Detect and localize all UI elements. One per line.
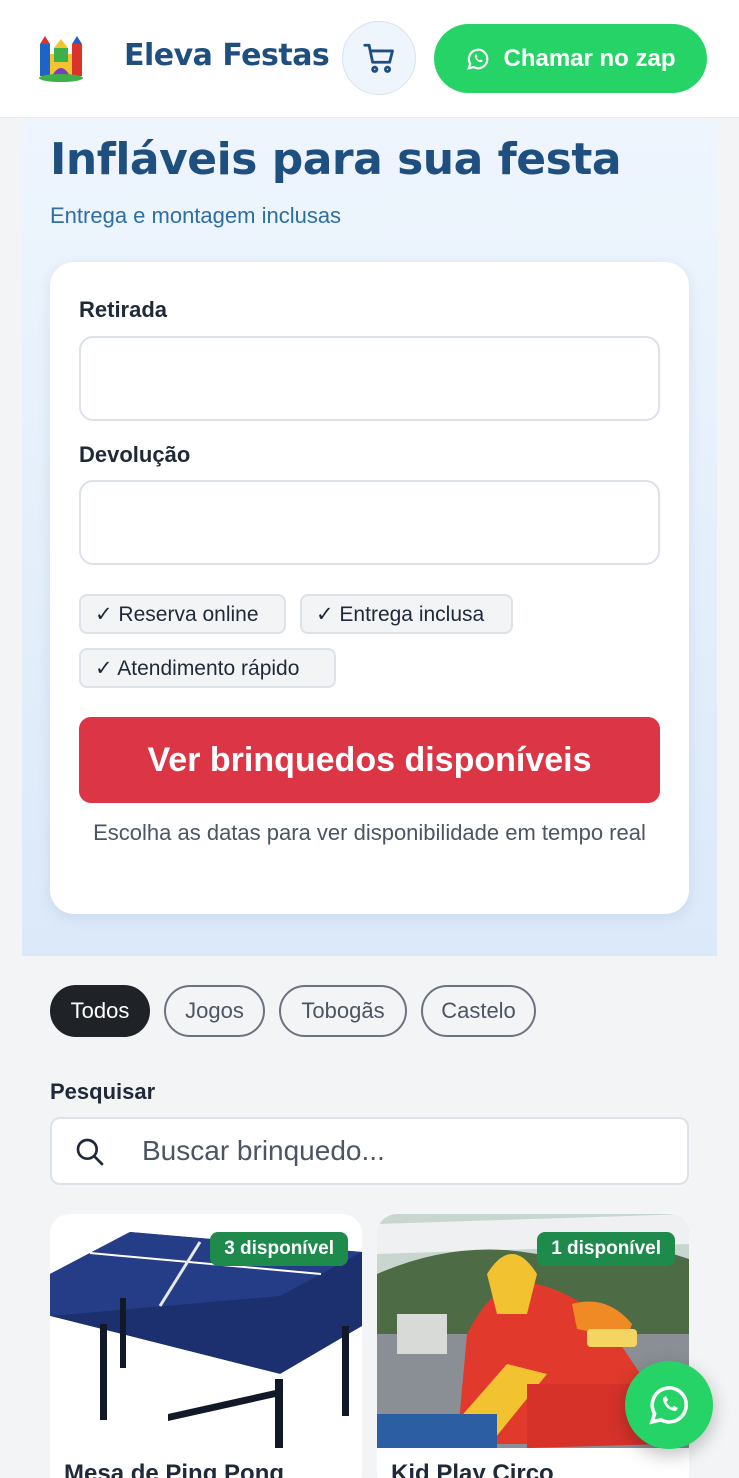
hero-title: Infláveis para sua festa — [50, 134, 622, 185]
product-card[interactable]: 3 disponível Mesa de Ping Pong — [50, 1214, 362, 1478]
availability-badge: 3 disponível — [210, 1232, 348, 1266]
search-label: Pesquisar — [50, 1079, 156, 1104]
hero-subtitle: Entrega e montagem inclusas — [50, 203, 342, 228]
filter-all[interactable]: Todos — [50, 985, 150, 1037]
cart-button[interactable] — [342, 21, 416, 95]
whatsapp-icon — [467, 48, 489, 70]
return-date-label: Devolução — [79, 442, 191, 467]
pickup-date-label: Retirada — [79, 297, 168, 322]
whatsapp-button-label: Chamar no zap — [503, 44, 676, 72]
cart-icon — [363, 43, 394, 73]
availability-badge: 1 disponível — [537, 1232, 675, 1266]
product-name: Kid Play Circo — [391, 1460, 554, 1478]
see-available-toys-button[interactable]: Ver brinquedos disponíveis — [79, 717, 660, 803]
search-box[interactable] — [50, 1117, 689, 1185]
whatsapp-icon — [649, 1386, 688, 1425]
feature-chip-fast-service: ✓ Atendimento rápido — [79, 648, 336, 688]
floating-whatsapp-button[interactable] — [625, 1361, 713, 1449]
feature-chip-delivery: ✓ Entrega inclusa — [300, 594, 513, 634]
product-name: Mesa de Ping Pong — [64, 1460, 285, 1478]
feature-chip-online-booking: ✓ Reserva online — [79, 594, 286, 634]
filter-slides[interactable]: Tobogãs — [279, 985, 407, 1037]
filter-games[interactable]: Jogos — [164, 985, 265, 1037]
pickup-date-input[interactable] — [79, 336, 660, 421]
filter-castle[interactable]: Castelo — [421, 985, 536, 1037]
whatsapp-chat-button[interactable]: Chamar no zap — [434, 24, 707, 93]
brand-name[interactable]: Eleva Festas — [124, 38, 330, 73]
availability-note: Escolha as datas para ver disponibilidad… — [93, 820, 646, 845]
search-icon — [76, 1138, 104, 1166]
top-bar: Eleva Festas Chamar no zap — [0, 0, 739, 118]
bounce-castle-logo-icon[interactable] — [36, 34, 86, 84]
search-input[interactable] — [142, 1119, 682, 1183]
return-date-input[interactable] — [79, 480, 660, 565]
